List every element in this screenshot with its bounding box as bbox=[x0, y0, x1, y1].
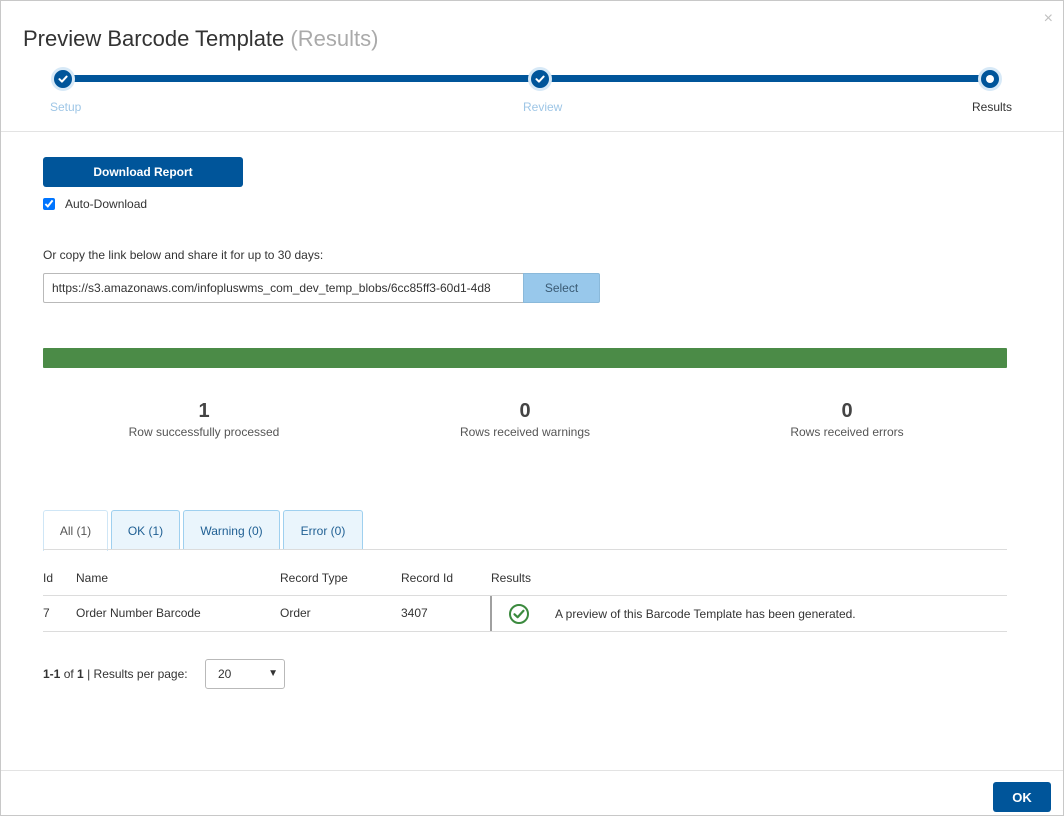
column-header-results: Results bbox=[491, 571, 532, 585]
step-results-node bbox=[978, 67, 1002, 91]
current-step-dot-icon bbox=[986, 75, 994, 83]
cell-result-message: A preview of this Barcode Template has b… bbox=[555, 607, 856, 621]
column-header-record-id: Record Id bbox=[401, 571, 454, 585]
pagination-total: 1 bbox=[77, 667, 84, 681]
stat-processed: 1 Row successfully processed bbox=[54, 399, 354, 439]
stat-warnings-value: 0 bbox=[519, 400, 531, 422]
pagination-separator: | bbox=[87, 667, 91, 681]
results-cell-divider bbox=[490, 596, 492, 631]
tab-error[interactable]: Error (0) bbox=[283, 510, 363, 550]
caret-down-icon: ▼ bbox=[268, 668, 278, 679]
progress-bar-fill bbox=[43, 348, 1007, 368]
download-report-button[interactable]: Download Report bbox=[43, 157, 243, 187]
step-label-setup: Setup bbox=[50, 100, 82, 114]
per-page-select[interactable]: 20 ▼ bbox=[205, 659, 285, 689]
per-page-value: 20 bbox=[218, 667, 232, 681]
tab-warning[interactable]: Warning (0) bbox=[183, 510, 280, 550]
stat-errors-value: 0 bbox=[841, 400, 853, 422]
per-page-label: Results per page: bbox=[93, 667, 188, 681]
cell-name: Order Number Barcode bbox=[76, 606, 201, 620]
cell-record-id: 3407 bbox=[401, 606, 428, 620]
step-setup-node bbox=[51, 67, 75, 91]
check-circle-icon bbox=[509, 604, 529, 624]
column-header-id: Id bbox=[43, 571, 54, 585]
pagination-summary: 1-1 of 1 | Results per page: bbox=[43, 667, 188, 681]
step-label-review: Review bbox=[523, 100, 563, 114]
step-label-results: Results bbox=[972, 100, 1013, 114]
header-divider bbox=[1, 131, 1063, 132]
share-link-input[interactable] bbox=[43, 273, 524, 303]
stepper-track bbox=[63, 75, 990, 82]
stat-processed-value: 1 bbox=[198, 400, 210, 422]
ok-button[interactable]: OK bbox=[993, 782, 1051, 812]
select-link-button[interactable]: Select bbox=[523, 273, 600, 303]
footer-divider bbox=[1, 770, 1063, 771]
check-icon bbox=[58, 75, 68, 83]
step-review-node bbox=[528, 67, 552, 91]
stat-errors-label: Rows received errors bbox=[790, 425, 904, 439]
check-icon bbox=[535, 75, 545, 83]
tab-all[interactable]: All (1) bbox=[43, 510, 108, 551]
column-header-record-type: Record Type bbox=[280, 571, 348, 585]
auto-download-checkbox[interactable] bbox=[43, 198, 55, 210]
pagination-of: of bbox=[63, 667, 74, 681]
tabs-underline bbox=[43, 549, 1007, 550]
cell-id: 7 bbox=[43, 606, 50, 620]
cell-record-type: Order bbox=[280, 606, 311, 620]
auto-download-option[interactable]: Auto-Download bbox=[43, 197, 147, 211]
wizard-stepper: Setup Review Results bbox=[1, 1, 1064, 131]
share-instruction: Or copy the link below and share it for … bbox=[43, 248, 324, 262]
progress-bar bbox=[43, 348, 1007, 368]
table-bottom-border bbox=[43, 631, 1007, 632]
result-tabs: All (1) OK (1) Warning (0) Error (0) bbox=[43, 510, 366, 551]
column-header-name: Name bbox=[76, 571, 109, 585]
tab-ok[interactable]: OK (1) bbox=[111, 510, 180, 550]
stat-warnings: 0 Rows received warnings bbox=[375, 399, 675, 439]
barcode-preview-dialog: × Preview Barcode Template (Results) Set… bbox=[0, 0, 1064, 816]
stat-processed-label: Row successfully processed bbox=[128, 425, 280, 439]
stat-errors: 0 Rows received errors bbox=[697, 399, 997, 439]
stat-warnings-label: Rows received warnings bbox=[459, 425, 591, 439]
table-row-divider bbox=[43, 595, 1007, 596]
pagination-range: 1-1 bbox=[43, 667, 61, 681]
auto-download-label: Auto-Download bbox=[65, 197, 148, 211]
